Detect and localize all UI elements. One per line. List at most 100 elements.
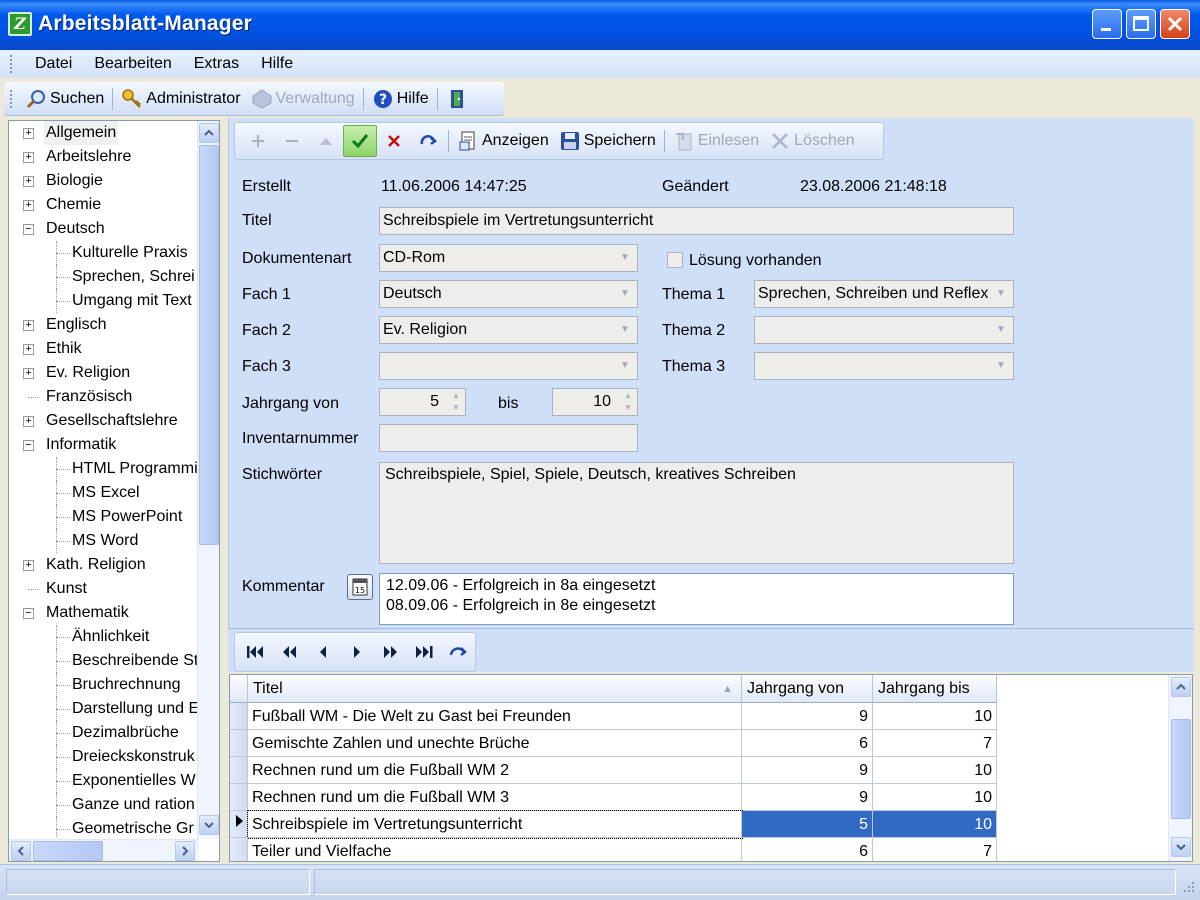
scroll-right-icon[interactable]	[175, 841, 195, 861]
manage-button[interactable]: Verwaltung	[246, 85, 360, 113]
refresh-record-button[interactable]	[411, 125, 445, 157]
save-button[interactable]: Speichern	[554, 127, 661, 155]
tree-item[interactable]: Exponentielles W	[9, 769, 199, 793]
cancel-record-button[interactable]	[377, 125, 411, 157]
grid-cell-title[interactable]: Teiler und Vielfache	[248, 838, 742, 861]
chevron-down-icon[interactable]: ▼	[991, 283, 1011, 305]
resize-grip-icon[interactable]	[1178, 878, 1196, 896]
spin-up-icon[interactable]: ▲	[449, 390, 463, 402]
tree-item[interactable]: Bruchrechnung	[9, 673, 199, 697]
tree-item[interactable]: + Chemie	[9, 193, 199, 217]
scroll-down-icon[interactable]	[199, 815, 219, 835]
tree-item[interactable]: Beschreibende St	[9, 649, 199, 673]
expand-icon[interactable]: +	[23, 344, 34, 355]
solution-checkbox[interactable]	[667, 252, 683, 268]
subject3-select[interactable]: ▼	[379, 352, 638, 380]
edit-record-button[interactable]	[309, 125, 343, 157]
grade-to-spinner[interactable]: 10 ▲ ▼	[552, 388, 638, 416]
tree-item[interactable]: + Biologie	[9, 169, 199, 193]
spin-up-icon[interactable]: ▲	[621, 390, 635, 402]
title-bar[interactable]: Z Arbeitsblatt-Manager	[0, 0, 1200, 50]
spin-down-icon[interactable]: ▼	[621, 402, 635, 414]
maximize-button[interactable]	[1126, 9, 1156, 39]
doctype-select[interactable]: CD-Rom ▼	[379, 244, 638, 272]
calendar-button[interactable]: 15	[347, 574, 373, 600]
grid-cell-from[interactable]: 5	[742, 811, 873, 838]
tree-item[interactable]: + Allgemein	[9, 121, 199, 145]
chevron-down-icon[interactable]: ▼	[991, 319, 1011, 341]
collapse-icon[interactable]: −	[23, 224, 34, 235]
tree-item[interactable]: MS Word	[9, 529, 199, 553]
grid-cell-from[interactable]: 9	[742, 703, 873, 730]
tree-item[interactable]: MS Excel	[9, 481, 199, 505]
tree-item[interactable]: Dezimalbrüche	[9, 721, 199, 745]
show-button[interactable]: Anzeigen	[452, 127, 554, 155]
row-indicator[interactable]	[230, 784, 248, 811]
expand-icon[interactable]: +	[23, 152, 34, 163]
row-indicator[interactable]	[230, 703, 248, 730]
grid-cell-to[interactable]: 7	[873, 730, 997, 757]
row-indicator[interactable]	[230, 838, 248, 861]
next-record-button[interactable]	[340, 635, 374, 669]
chevron-down-icon[interactable]: ▼	[615, 319, 635, 341]
search-button[interactable]: Suchen	[20, 85, 109, 113]
topic3-select[interactable]: ▼	[754, 352, 1014, 380]
grid-cell-to[interactable]: 10	[873, 757, 997, 784]
tree-item[interactable]: + Gesellschaftslehre	[9, 409, 199, 433]
grid-cell-to[interactable]: 10	[873, 811, 997, 838]
keywords-field[interactable]: Schreibspiele, Spiel, Spiele, Deutsch, k…	[379, 462, 1014, 564]
tree-item[interactable]: + Ev. Religion	[9, 361, 199, 385]
menu-datei[interactable]: Datei	[24, 55, 83, 73]
subject1-select[interactable]: Deutsch ▼	[379, 280, 638, 308]
tree-scroll-thumb[interactable]	[199, 145, 219, 545]
column-header-title[interactable]: Titel ▲	[248, 675, 742, 703]
scroll-up-icon[interactable]	[199, 123, 219, 143]
tree-vertical-scrollbar[interactable]	[197, 121, 219, 839]
spin-down-icon[interactable]: ▼	[449, 402, 463, 414]
close-button[interactable]	[1160, 9, 1190, 39]
worksheet-grid[interactable]: Titel ▲ Jahrgang von Jahrgang bis Fußbal…	[229, 674, 1193, 862]
grid-cell-to[interactable]: 10	[873, 703, 997, 730]
chevron-down-icon[interactable]: ▼	[615, 247, 635, 269]
tree-item[interactable]: MS PowerPoint	[9, 505, 199, 529]
chevron-down-icon[interactable]: ▼	[615, 283, 635, 305]
expand-icon[interactable]: +	[23, 176, 34, 187]
grid-cell-from[interactable]: 9	[742, 784, 873, 811]
title-field[interactable]: Schreibspiele im Vertretungsunterricht	[379, 207, 1014, 235]
chevron-down-icon[interactable]: ▼	[991, 355, 1011, 377]
grade-from-spinner[interactable]: 5 ▲ ▼	[379, 388, 466, 416]
tree-item[interactable]: − Mathematik	[9, 601, 199, 625]
row-indicator[interactable]	[230, 757, 248, 784]
grid-cell-from[interactable]: 9	[742, 757, 873, 784]
menu-hilfe[interactable]: Hilfe	[250, 55, 304, 73]
grid-cell-from[interactable]: 6	[742, 838, 873, 861]
tree-item[interactable]: Dreieckskonstruk	[9, 745, 199, 769]
menu-extras[interactable]: Extras	[183, 55, 250, 73]
grid-cell-to[interactable]: 7	[873, 838, 997, 861]
chevron-down-icon[interactable]: ▼	[615, 355, 635, 377]
tree-item[interactable]: Ganze und ration	[9, 793, 199, 817]
tree-item[interactable]: + Kath. Religion	[9, 553, 199, 577]
tree-horizontal-scrollbar[interactable]	[9, 839, 199, 861]
exit-button[interactable]	[441, 85, 476, 113]
expand-icon[interactable]: +	[23, 200, 34, 211]
tree-item[interactable]: Darstellung und E	[9, 697, 199, 721]
grid-vertical-scrollbar[interactable]	[1168, 675, 1192, 861]
grid-scroll-thumb[interactable]	[1171, 719, 1191, 819]
next-page-button[interactable]	[374, 635, 408, 669]
topic2-select[interactable]: ▼	[754, 316, 1014, 344]
tree-item[interactable]: Französisch	[9, 385, 199, 409]
grid-cell-from[interactable]: 6	[742, 730, 873, 757]
tree-item[interactable]: + Arbeitslehre	[9, 145, 199, 169]
minimize-button[interactable]	[1092, 9, 1122, 39]
refresh-button[interactable]	[441, 635, 475, 669]
grid-cell-to[interactable]: 10	[873, 784, 997, 811]
tree-item[interactable]: Kunst	[9, 577, 199, 601]
grid-cell-title[interactable]: Rechnen rund um die Fußball WM 3	[248, 784, 742, 811]
scroll-left-icon[interactable]	[11, 841, 31, 861]
remove-record-button[interactable]	[275, 125, 309, 157]
grid-cell-title[interactable]: Schreibspiele im Vertretungsunterricht	[247, 810, 743, 839]
tree-item[interactable]: − Informatik	[9, 433, 199, 457]
column-header-grade-to[interactable]: Jahrgang bis	[873, 675, 997, 703]
post-record-button[interactable]	[343, 125, 377, 157]
